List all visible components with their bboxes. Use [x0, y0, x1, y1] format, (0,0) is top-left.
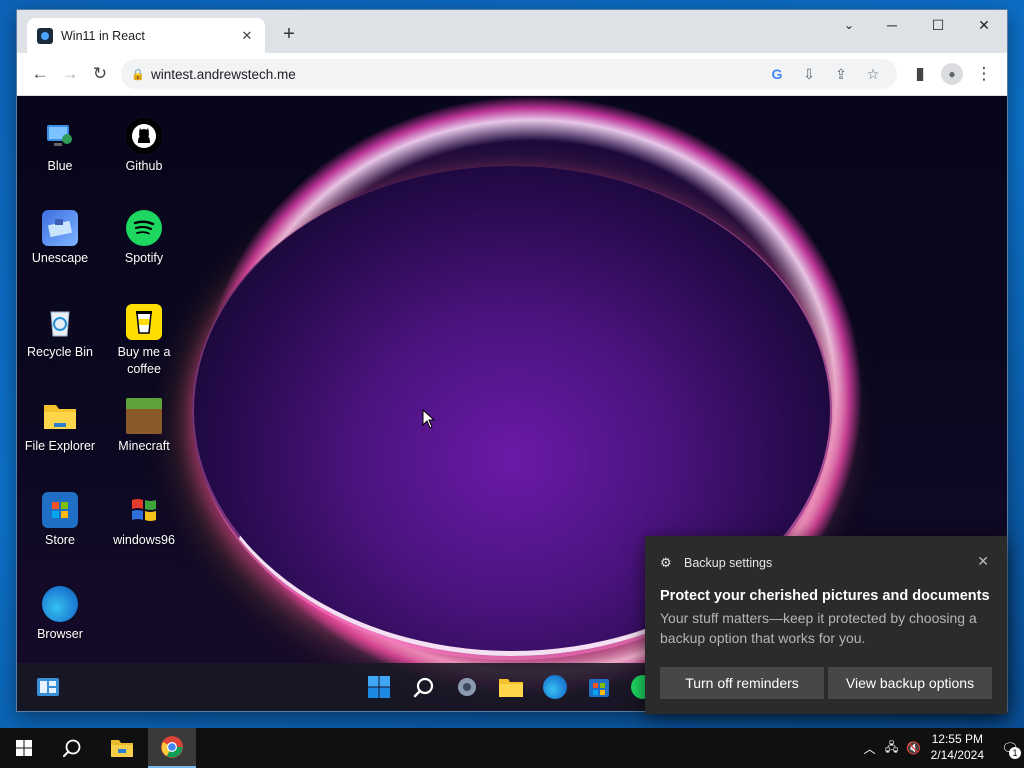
close-tab-icon[interactable]: ✕ [239, 28, 255, 44]
share-icon[interactable]: ⇪ [827, 66, 855, 83]
address-bar[interactable]: 🔒 wintest.andrewstech.me G ⇩ ⇪ ☆ [121, 59, 897, 89]
tab-title: Win11 in React [61, 28, 145, 43]
side-panel-icon[interactable]: ▮ [905, 59, 935, 89]
title-bar: Win11 in React ✕ + ⌄ ─ ☐ ✕ [17, 10, 1007, 53]
spotify-icon [126, 210, 162, 246]
desktop-icon-browser[interactable]: Browser [18, 586, 102, 643]
reload-button[interactable]: ↻ [85, 59, 115, 89]
clock[interactable]: 12:55 PM 2/14/2024 [931, 732, 984, 763]
toast-title: Protect your cherished pictures and docu… [660, 588, 990, 604]
desktop-icon-blue[interactable]: Blue [18, 118, 102, 175]
install-app-icon[interactable]: ⇩ [795, 66, 823, 83]
turn-off-reminders-button[interactable]: Turn off reminders [660, 667, 824, 699]
tray-chevron-up-icon[interactable]: ︿ [859, 740, 881, 757]
google-icon[interactable]: G [763, 66, 791, 83]
host-chrome-icon[interactable] [148, 728, 196, 768]
start-windows-icon[interactable] [365, 673, 393, 701]
folder-icon [42, 398, 78, 434]
edge-icon [42, 586, 78, 622]
github-icon [126, 118, 162, 154]
browser-toolbar: ← → ↻ 🔒 wintest.andrewstech.me G ⇩ ⇪ ☆ ▮… [17, 53, 1007, 96]
desktop-icon-spotify[interactable]: Spotify [102, 210, 186, 267]
desktop-icon-unescape[interactable]: Unescape [18, 210, 102, 267]
tab-win11-in-react[interactable]: Win11 in React ✕ [27, 18, 265, 53]
network-icon[interactable]: 🖧 [881, 738, 903, 759]
desktop-icon-recycle-bin[interactable]: Recycle Bin [18, 304, 102, 361]
desktop-icon-github[interactable]: Github [102, 118, 186, 175]
clock-date: 2/14/2024 [930, 748, 984, 762]
new-tab-button[interactable]: + [277, 23, 301, 47]
store-bag-icon [42, 492, 78, 528]
menu-kebab-icon[interactable]: ⋮ [969, 59, 999, 89]
view-backup-options-button[interactable]: View backup options [828, 667, 992, 699]
toast-body: Your stuff matters—keep it protected by … [660, 610, 977, 647]
forward-button[interactable]: → [55, 59, 85, 89]
notification-count-badge: 1 [1009, 747, 1021, 759]
coffee-cup-icon [126, 304, 162, 340]
url-text[interactable]: wintest.andrewstech.me [151, 67, 763, 82]
close-window-button[interactable]: ✕ [961, 10, 1007, 40]
desktop-icon-buy-me-a-coffee[interactable]: Buy me a coffee [102, 304, 186, 378]
desktop-icon-file-explorer[interactable]: File Explorer [18, 398, 102, 455]
minecraft-block-icon [126, 398, 162, 434]
search-icon[interactable] [410, 673, 438, 701]
host-start-button[interactable] [0, 728, 48, 768]
backup-notification-toast: ⚙ Backup settings ✕ Protect your cherish… [645, 536, 1007, 714]
desktop-icon-windows96[interactable]: windows96 [102, 492, 186, 549]
bookmark-star-icon[interactable]: ☆ [859, 66, 887, 83]
file-explorer-taskbar-icon[interactable] [497, 673, 525, 701]
back-button[interactable]: ← [25, 59, 55, 89]
clock-time: 12:55 PM [931, 732, 983, 747]
windows96-logo-icon [126, 492, 162, 528]
host-taskbar: ︿ 🖧 🔇 12:55 PM 2/14/2024 🗨 1 [0, 728, 1024, 768]
edge-taskbar-icon[interactable] [541, 673, 569, 701]
maximize-button[interactable]: ☐ [915, 10, 961, 40]
host-search-icon[interactable] [48, 728, 96, 768]
gear-icon: ⚙ [660, 555, 672, 570]
widgets-icon[interactable] [34, 673, 62, 701]
settings-gear-icon[interactable] [453, 673, 481, 701]
desktop-icon-minecraft[interactable]: Minecraft [102, 398, 186, 455]
lock-icon[interactable]: 🔒 [131, 68, 145, 81]
desktop-icon-store[interactable]: Store [18, 492, 102, 549]
blue-computer-icon [42, 118, 78, 154]
favicon-icon [37, 27, 53, 44]
minimize-button[interactable]: ─ [869, 10, 915, 40]
recycle-bin-icon [42, 304, 78, 340]
toast-close-icon[interactable]: ✕ [977, 553, 989, 570]
tab-search-chevron-icon[interactable]: ⌄ [829, 10, 869, 40]
store-taskbar-icon[interactable] [585, 673, 613, 701]
host-file-explorer-icon[interactable] [98, 728, 146, 768]
toast-app-name: Backup settings [684, 556, 773, 570]
volume-muted-icon[interactable]: 🔇 [903, 741, 925, 755]
profile-avatar-icon[interactable]: ● [941, 63, 963, 85]
action-center-icon[interactable]: 🗨 1 [996, 728, 1024, 768]
unescape-icon [42, 210, 78, 246]
